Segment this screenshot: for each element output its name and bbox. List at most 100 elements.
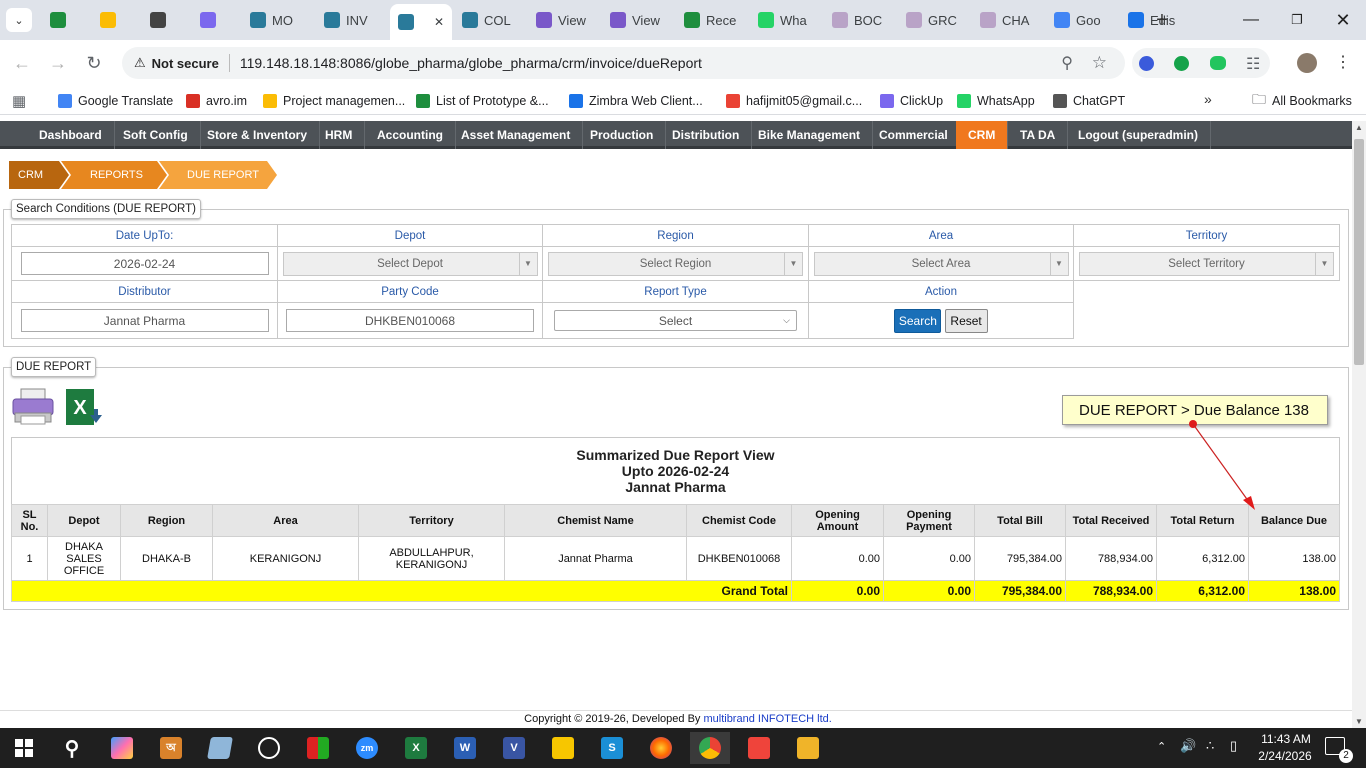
nav-item-ta-da[interactable]: TA DA (1008, 121, 1069, 149)
bookmark-item[interactable]: ChatGPT (1053, 91, 1125, 111)
distributor-input[interactable]: Jannat Pharma (20, 309, 269, 332)
browser-tab[interactable]: Rece (676, 6, 748, 34)
area-select[interactable]: Select Area ▼ (813, 251, 1069, 276)
minimize-button[interactable]: — (1228, 0, 1274, 40)
copilot-icon[interactable] (102, 732, 142, 764)
footer-link[interactable]: multibrand INFOTECH ltd. (703, 713, 831, 725)
browser-tab[interactable]: CHA (972, 6, 1044, 34)
nav-item-store-inventory[interactable]: Store & Inventory (195, 121, 321, 149)
scroll-thumb[interactable] (1354, 139, 1364, 365)
tab-search-button[interactable]: ⌄ (6, 8, 32, 32)
bookmark-star-icon[interactable]: ☆ (1092, 53, 1107, 73)
tray-chevron-icon[interactable]: ⌃ (1157, 740, 1166, 753)
bookmark-item[interactable]: avro.im (186, 91, 247, 111)
date-input[interactable]: 2026-02-24 (20, 252, 269, 275)
restore-button[interactable]: ❐ (1274, 0, 1320, 40)
new-tab-button[interactable]: + (1150, 8, 1174, 32)
territory-select[interactable]: Select Territory ▼ (1079, 251, 1334, 276)
zoom-icon[interactable]: ⚲ (1061, 53, 1073, 73)
report-type-select[interactable]: Select ⌵ (554, 310, 797, 331)
printer-icon[interactable] (11, 387, 55, 425)
profile-avatar[interactable] (1297, 53, 1317, 73)
url-text[interactable]: 119.148.18.148:8086/globe_pharma/globe_p… (240, 55, 702, 71)
word-taskbar-icon[interactable]: W (445, 732, 485, 764)
nav-item-production[interactable]: Production (578, 121, 667, 149)
chrome-taskbar-icon[interactable] (690, 732, 730, 764)
browser-tab[interactable] (142, 6, 192, 34)
more-bookmarks-icon[interactable]: » (1204, 91, 1212, 107)
clock-time[interactable]: 11:43 AM (1256, 732, 1316, 746)
firefox-icon[interactable] (641, 732, 681, 764)
party-code-input[interactable]: DHKBEN010068 (286, 309, 534, 332)
reload-button[interactable]: ↻ (82, 51, 106, 75)
anydesk-icon[interactable] (739, 732, 779, 764)
browser-tab[interactable]: ✕ (390, 4, 452, 40)
bookmark-item[interactable]: Zimbra Web Client... (569, 91, 703, 111)
nav-item-crm[interactable]: CRM (956, 121, 1009, 149)
bookmark-item[interactable]: Google Translate (58, 91, 173, 111)
zoom-taskbar-icon[interactable]: zm (347, 732, 387, 764)
taskbar-app-s-icon[interactable]: S (592, 732, 632, 764)
browser-tab[interactable]: Wha (750, 6, 822, 34)
browser-tab[interactable] (192, 6, 242, 34)
grammarly-icon[interactable] (1174, 56, 1189, 71)
nav-item-logout-superadmin[interactable]: Logout (superadmin) (1066, 121, 1211, 149)
excel-taskbar-icon[interactable]: X (396, 732, 436, 764)
browser-tab[interactable]: MO (242, 6, 314, 34)
bookmark-item[interactable]: List of Prototype &... (416, 91, 549, 111)
browser-tab[interactable]: COL (454, 6, 526, 34)
close-window-button[interactable]: ✕ (1320, 0, 1366, 40)
extension-icon-1[interactable] (1139, 56, 1154, 71)
nav-item-bike-management[interactable]: Bike Management (746, 121, 874, 149)
taskbar-app-3-icon[interactable] (200, 732, 240, 764)
sticky-notes-icon[interactable] (543, 732, 583, 764)
scroll-up-arrow[interactable]: ▲ (1355, 123, 1363, 132)
visio-taskbar-icon[interactable]: V (494, 732, 534, 764)
nav-item-dashboard[interactable]: Dashboard (27, 121, 115, 149)
taskbar-app-5-icon[interactable] (298, 732, 338, 764)
breadcrumb-crm[interactable]: CRM (18, 161, 43, 189)
breadcrumb-reports[interactable]: REPORTS (90, 161, 143, 189)
forward-button[interactable]: → (46, 51, 70, 75)
reset-button[interactable]: Reset (944, 308, 988, 333)
apps-icon[interactable]: ▦ (12, 92, 26, 110)
bookmark-item[interactable]: Project managemen... (263, 91, 405, 111)
browser-tab[interactable]: BOC (824, 6, 896, 34)
volume-icon[interactable]: 🔊 (1180, 738, 1196, 754)
search-taskbar-icon[interactable]: ⚲ (52, 732, 92, 764)
nav-item-distribution[interactable]: Distribution (660, 121, 753, 149)
nav-item-commercial[interactable]: Commercial (867, 121, 961, 149)
extension-icon-3[interactable] (1210, 56, 1226, 70)
bookmark-item[interactable]: WhatsApp (957, 91, 1035, 111)
browser-tab[interactable]: View (528, 6, 600, 34)
region-select[interactable]: Select Region ▼ (548, 251, 803, 276)
taskbar-app-2-icon[interactable]: অ (151, 732, 191, 764)
security-label[interactable]: Not secure (152, 56, 219, 71)
browser-tab[interactable]: View (602, 6, 674, 34)
excel-export-icon[interactable]: X (64, 387, 104, 429)
nav-item-hrm[interactable]: HRM (313, 121, 366, 149)
whatsapp-taskbar-icon[interactable] (249, 732, 289, 764)
nav-item-asset-management[interactable]: Asset Management (449, 121, 584, 149)
start-button[interactable] (4, 732, 44, 764)
nav-item-soft-config[interactable]: Soft Config (111, 121, 201, 149)
browser-tab[interactable] (42, 6, 92, 34)
file-explorer-icon[interactable] (788, 732, 828, 764)
search-button[interactable]: Search (894, 308, 942, 333)
battery-icon[interactable]: ▯ (1230, 738, 1237, 754)
bookmark-item[interactable]: hafijmit05@gmail.c... (726, 91, 862, 111)
clock-date[interactable]: 2/24/2026 (1252, 749, 1318, 763)
network-icon[interactable]: ∴ (1206, 738, 1214, 754)
all-bookmarks[interactable]: 🗀 All Bookmarks (1252, 91, 1352, 111)
browser-tab[interactable]: INV (316, 6, 388, 34)
nav-item-accounting[interactable]: Accounting (365, 121, 456, 149)
browser-tab[interactable]: GRC (898, 6, 970, 34)
back-button[interactable]: ← (10, 51, 34, 75)
browser-tab[interactable] (92, 6, 142, 34)
puzzle-icon[interactable]: ☷ (1246, 54, 1260, 74)
address-bar[interactable]: ⚠ Not secure 119.148.18.148:8086/globe_p… (122, 47, 1125, 79)
menu-icon[interactable]: ⋮ (1335, 52, 1351, 72)
bookmark-item[interactable]: ClickUp (880, 91, 943, 111)
scroll-down-arrow[interactable]: ▼ (1355, 717, 1363, 726)
depot-select[interactable]: Select Depot ▼ (282, 251, 538, 276)
